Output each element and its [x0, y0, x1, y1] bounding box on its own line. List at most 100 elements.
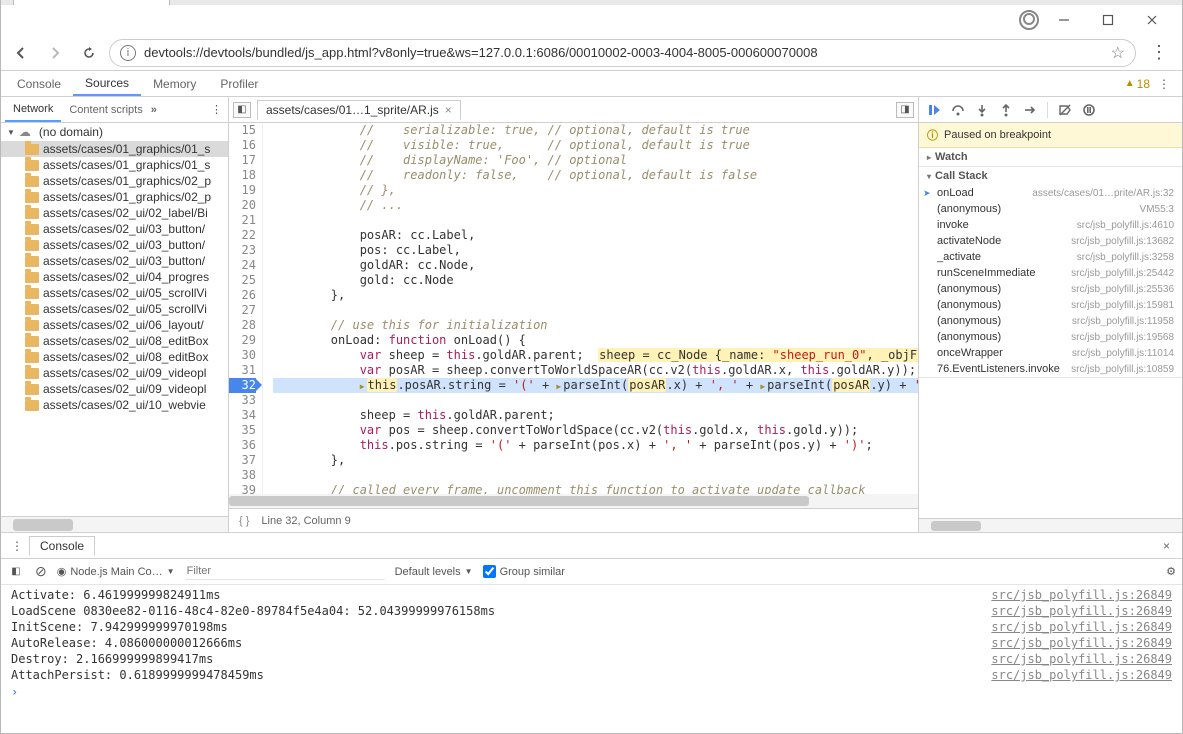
line-number[interactable]: 20 [229, 198, 256, 213]
tree-folder[interactable]: assets/cases/02_ui/08_editBox [1, 333, 228, 349]
navigator-menu-button[interactable]: ⋮ [205, 103, 228, 116]
call-stack-frame[interactable]: onceWrappersrc/jsb_polyfill.js:11014 [919, 345, 1182, 361]
group-similar-checkbox[interactable]: Group similar [483, 565, 565, 578]
log-levels-selector[interactable]: Default levels [395, 566, 473, 578]
tree-folder[interactable]: assets/cases/02_ui/09_videopl [1, 381, 228, 397]
console-filter-input[interactable] [185, 563, 385, 580]
reload-button[interactable] [75, 39, 103, 67]
step-into-button[interactable] [971, 100, 993, 120]
line-number[interactable]: 38 [229, 468, 256, 483]
browser-menu-button[interactable]: ⋮ [1142, 42, 1176, 63]
resume-button[interactable] [923, 100, 945, 120]
address-bar[interactable]: i devtools://devtools/bundled/js_app.htm… [109, 39, 1136, 67]
tree-folder[interactable]: assets/cases/02_ui/02_label/Bi [1, 205, 228, 221]
console-sidebar-toggle[interactable]: ◧ [7, 564, 25, 580]
account-icon[interactable] [1019, 10, 1039, 31]
call-stack-frame[interactable]: onLoadassets/cases/01…prite/AR.js:32 [919, 185, 1182, 201]
line-number[interactable]: 15 [229, 123, 256, 138]
line-number[interactable]: 23 [229, 243, 256, 258]
tree-folder[interactable]: assets/cases/02_ui/08_editBox [1, 349, 228, 365]
call-stack-frame[interactable]: (anonymous)src/jsb_polyfill.js:25536 [919, 281, 1182, 297]
line-number[interactable]: 35 [229, 423, 256, 438]
tree-folder[interactable]: assets/cases/01_graphics/01_s [1, 157, 228, 173]
toggle-navigator-button[interactable]: ◧ [233, 102, 251, 118]
tree-folder[interactable]: assets/cases/02_ui/10_webvie [1, 397, 228, 413]
warning-badge[interactable]: 18 [1125, 77, 1150, 91]
navigator-more-tabs[interactable]: » [151, 104, 157, 116]
tree-folder[interactable]: assets/cases/02_ui/03_button/ [1, 221, 228, 237]
tree-folder[interactable]: assets/cases/01_graphics/02_p [1, 189, 228, 205]
tree-folder[interactable]: assets/cases/02_ui/03_button/ [1, 237, 228, 253]
call-stack-frame[interactable]: invokesrc/jsb_polyfill.js:4610 [919, 217, 1182, 233]
line-number[interactable]: 16 [229, 138, 256, 153]
tab-console[interactable]: Console [5, 71, 73, 96]
log-source-link[interactable]: src/jsb_polyfill.js:26849 [991, 652, 1172, 666]
pause-exceptions-button[interactable] [1078, 100, 1100, 120]
step-over-button[interactable] [947, 100, 969, 120]
log-source-link[interactable]: src/jsb_polyfill.js:26849 [991, 588, 1172, 602]
log-source-link[interactable]: src/jsb_polyfill.js:26849 [991, 620, 1172, 634]
bookmark-icon[interactable]: ☆ [1111, 43, 1125, 63]
code-editor[interactable]: 1516171819202122232425262728293031323334… [229, 123, 918, 494]
site-info-icon[interactable]: i [120, 45, 136, 61]
line-number[interactable]: 24 [229, 258, 256, 273]
step-button[interactable] [1019, 100, 1041, 120]
tree-folder[interactable]: assets/cases/02_ui/05_scrollVi [1, 285, 228, 301]
navigator-scrollbar[interactable] [1, 516, 228, 532]
call-stack-frame[interactable]: runSceneImmediatesrc/jsb_polyfill.js:254… [919, 265, 1182, 281]
line-number[interactable]: 27 [229, 303, 256, 318]
call-stack-frame[interactable]: 76.EventListeners.invokesrc/jsb_polyfill… [919, 361, 1182, 377]
close-drawer-button[interactable]: × [1155, 539, 1178, 553]
navigator-tab-content-scripts[interactable]: Content scripts [61, 97, 150, 122]
line-number[interactable]: 29 [229, 333, 256, 348]
deactivate-breakpoints-button[interactable] [1054, 100, 1076, 120]
back-button[interactable] [7, 39, 35, 67]
tree-root[interactable]: (no domain) [1, 123, 228, 141]
line-number[interactable]: 25 [229, 273, 256, 288]
toggle-debugger-button[interactable]: ◨ [896, 102, 914, 118]
tree-folder[interactable]: assets/cases/02_ui/09_videopl [1, 365, 228, 381]
call-stack-frame[interactable]: (anonymous)src/jsb_polyfill.js:11958 [919, 313, 1182, 329]
clear-console-button[interactable] [35, 563, 47, 580]
console-settings-button[interactable]: ⚙ [1166, 565, 1176, 578]
tree-folder[interactable]: assets/cases/01_graphics/02_p [1, 173, 228, 189]
log-source-link[interactable]: src/jsb_polyfill.js:26849 [991, 636, 1172, 650]
line-number[interactable]: 32 [229, 378, 256, 393]
drawer-menu-button[interactable]: ⋮ [5, 539, 29, 553]
devtools-menu-button[interactable]: ⋮ [1150, 77, 1178, 91]
step-out-button[interactable] [995, 100, 1017, 120]
line-number[interactable]: 21 [229, 213, 256, 228]
window-minimize-button[interactable] [1042, 6, 1086, 34]
tree-folder[interactable]: assets/cases/02_ui/03_button/ [1, 253, 228, 269]
line-number[interactable]: 19 [229, 183, 256, 198]
line-number[interactable]: 17 [229, 153, 256, 168]
call-stack-frame[interactable]: (anonymous)src/jsb_polyfill.js:15981 [919, 297, 1182, 313]
watch-section[interactable]: Watch [919, 148, 1182, 167]
line-number[interactable]: 22 [229, 228, 256, 243]
call-stack-frame[interactable]: (anonymous)VM55:3 [919, 201, 1182, 217]
line-number[interactable]: 34 [229, 408, 256, 423]
browser-tab[interactable]: chrome-devtools://dev × [13, 0, 170, 5]
line-number[interactable]: 28 [229, 318, 256, 333]
debugger-scrollbar[interactable] [919, 518, 1182, 532]
editor-file-tab[interactable]: assets/cases/01…1_sprite/AR.js × [257, 100, 461, 120]
close-file-icon[interactable]: × [445, 103, 452, 117]
line-number[interactable]: 30 [229, 348, 256, 363]
tab-sources[interactable]: Sources [73, 71, 141, 96]
call-stack-frame[interactable]: _activatesrc/jsb_polyfill.js:3258 [919, 249, 1182, 265]
line-number[interactable]: 18 [229, 168, 256, 183]
line-number[interactable]: 26 [229, 288, 256, 303]
tab-profiler[interactable]: Profiler [208, 71, 270, 96]
line-number[interactable]: 31 [229, 363, 256, 378]
call-stack-frame[interactable]: activateNodesrc/jsb_polyfill.js:13682 [919, 233, 1182, 249]
window-close-button[interactable] [1130, 6, 1174, 34]
line-number[interactable]: 37 [229, 453, 256, 468]
window-maximize-button[interactable] [1086, 6, 1130, 34]
tree-folder[interactable]: assets/cases/01_graphics/01_s [1, 141, 228, 157]
tab-memory[interactable]: Memory [141, 71, 208, 96]
line-number[interactable]: 39 [229, 483, 256, 494]
forward-button[interactable] [41, 39, 69, 67]
log-source-link[interactable]: src/jsb_polyfill.js:26849 [991, 604, 1172, 618]
line-number[interactable]: 33 [229, 393, 256, 408]
tree-folder[interactable]: assets/cases/02_ui/04_progres [1, 269, 228, 285]
